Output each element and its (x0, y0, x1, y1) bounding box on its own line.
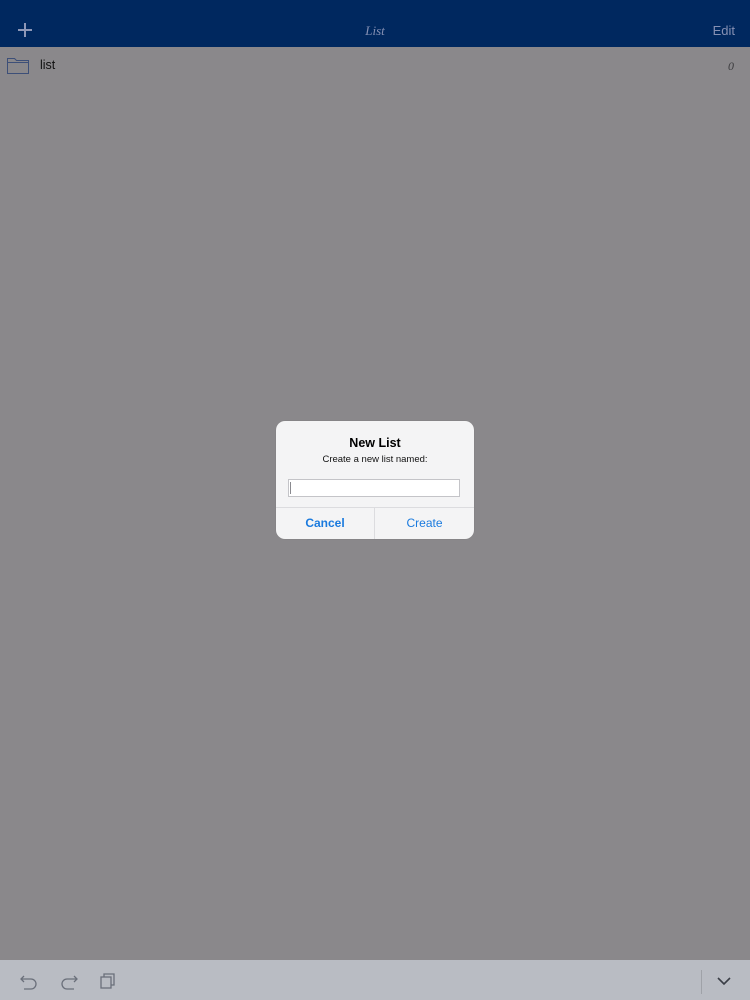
edit-button[interactable]: Edit (713, 23, 735, 38)
dismiss-keyboard-button[interactable] (714, 972, 734, 990)
copy-button[interactable] (98, 972, 118, 990)
page-title: List (365, 23, 385, 38)
dialog-title: New List (349, 436, 401, 450)
plus-icon (18, 23, 32, 37)
redo-button[interactable] (59, 972, 79, 990)
toolbar-separator (701, 970, 702, 994)
add-button[interactable] (14, 19, 36, 41)
chevron-down-icon (717, 977, 731, 986)
undo-icon (20, 975, 37, 990)
text-cursor (290, 482, 291, 494)
list-item[interactable]: list 0 (0, 50, 750, 80)
folder-icon (6, 55, 30, 75)
app-screen: List Edit list 0 New List Create a new l… (0, 0, 750, 1000)
list-name-input[interactable] (288, 479, 460, 497)
navigation-bar: List Edit (0, 0, 750, 47)
dialog-message: Create a new list named: (322, 454, 428, 465)
list-item-count: 0 (728, 59, 734, 73)
cancel-button[interactable]: Cancel (276, 508, 374, 539)
copy-icon (100, 973, 115, 989)
create-button[interactable]: Create (375, 508, 474, 539)
redo-icon (61, 975, 78, 990)
new-list-dialog: New List Create a new list named: Cancel… (276, 421, 474, 539)
bottom-toolbar (0, 960, 750, 1000)
list-item-label: list (40, 58, 56, 72)
undo-button[interactable] (19, 972, 39, 990)
